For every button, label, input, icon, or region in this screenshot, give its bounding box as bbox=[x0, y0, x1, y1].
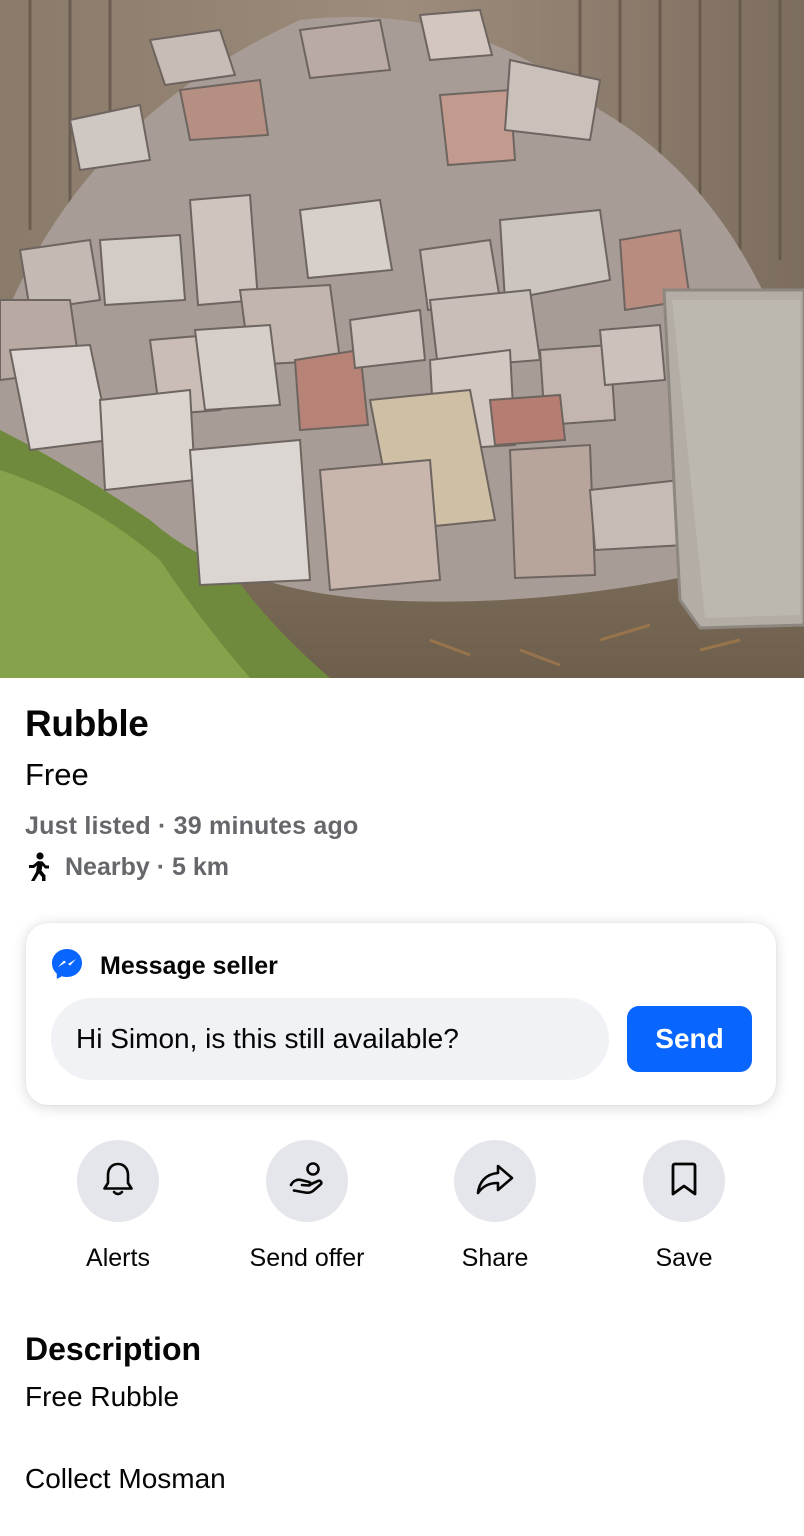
alerts-button[interactable]: Alerts bbox=[28, 1140, 208, 1273]
save-label: Save bbox=[655, 1244, 713, 1272]
walking-person-icon bbox=[25, 852, 51, 882]
send-offer-circle bbox=[266, 1140, 348, 1222]
bookmark-icon bbox=[669, 1160, 699, 1203]
listing-photo[interactable] bbox=[0, 0, 804, 678]
bell-icon bbox=[100, 1160, 136, 1203]
listing-location: Nearby · 5 km bbox=[25, 852, 229, 882]
message-seller-header: Message seller bbox=[50, 947, 278, 986]
share-label: Share bbox=[461, 1244, 529, 1272]
send-offer-button[interactable]: Send offer bbox=[217, 1140, 397, 1273]
save-button[interactable]: Save bbox=[594, 1140, 774, 1273]
messenger-icon bbox=[50, 947, 84, 986]
listing-price: Free bbox=[25, 757, 89, 792]
share-icon bbox=[475, 1162, 515, 1201]
share-circle bbox=[454, 1140, 536, 1222]
rubble-image bbox=[0, 0, 804, 678]
share-button[interactable]: Share bbox=[405, 1140, 585, 1273]
send-button[interactable]: Send bbox=[627, 1006, 752, 1072]
message-input-text: Hi Simon, is this still available? bbox=[76, 1023, 459, 1054]
offer-icon bbox=[287, 1161, 327, 1202]
save-circle bbox=[643, 1140, 725, 1222]
listing-title: Rubble bbox=[25, 703, 149, 744]
message-seller-label: Message seller bbox=[100, 952, 278, 980]
listing-time: Just listed · 39 minutes ago bbox=[25, 812, 359, 840]
alerts-label: Alerts bbox=[86, 1244, 150, 1272]
description-text: Collect Mosman bbox=[25, 1463, 226, 1494]
message-input[interactable]: Hi Simon, is this still available? bbox=[51, 998, 609, 1080]
distance-text: Nearby · 5 km bbox=[65, 852, 229, 881]
alerts-circle bbox=[77, 1140, 159, 1222]
send-offer-label: Send offer bbox=[249, 1244, 365, 1272]
action-bar: Alerts Send offer Share Save bbox=[0, 1140, 804, 1273]
message-seller-card: Message seller Hi Simon, is this still a… bbox=[26, 923, 776, 1105]
description-text: Free Rubble bbox=[25, 1381, 180, 1412]
description-heading: Description bbox=[25, 1331, 202, 1367]
